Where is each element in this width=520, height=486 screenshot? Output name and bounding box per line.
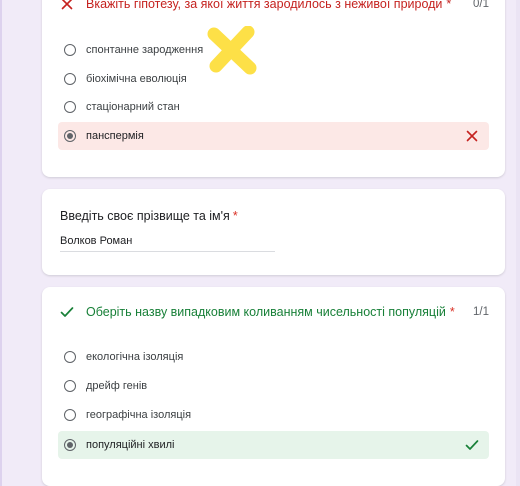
question-card-2: Оберіть назву випадковим коливанням чисе… bbox=[42, 287, 505, 486]
question-card-1: Вкажіть гіпотезу, за якої життя зародило… bbox=[42, 0, 505, 177]
option-biochemical-evolution[interactable]: біохімічна еволюція bbox=[58, 65, 489, 93]
radio-button[interactable] bbox=[64, 101, 76, 113]
question-score: 1/1 bbox=[473, 306, 489, 318]
option-panspermia-selected[interactable]: панспермія bbox=[58, 122, 489, 150]
radio-button[interactable] bbox=[64, 44, 76, 56]
name-card: Введіть своє прізвище та ім'я * Волков Ро… bbox=[42, 189, 505, 275]
check-icon bbox=[60, 305, 74, 319]
radio-button-checked[interactable] bbox=[64, 439, 76, 451]
option-label: дрейф генів bbox=[86, 380, 148, 392]
close-icon bbox=[465, 129, 479, 143]
yellow-highlight-mark bbox=[207, 26, 257, 75]
required-asterisk: * bbox=[446, 0, 452, 11]
name-question-title: Введіть своє прізвище та ім'я * bbox=[60, 209, 238, 223]
option-label: спонтанне зародження bbox=[86, 44, 204, 56]
question-title: Оберіть назву випадковим коливанням чисе… bbox=[86, 305, 455, 319]
radio-button[interactable] bbox=[64, 73, 76, 85]
option-spontaneous-generation[interactable]: спонтанне зародження bbox=[58, 36, 489, 64]
check-icon bbox=[465, 438, 479, 452]
option-steady-state[interactable]: стаціонарний стан bbox=[58, 93, 489, 121]
question-header: Вкажіть гіпотезу, за якої життя зародило… bbox=[60, 0, 489, 14]
option-label: популяційні хвилі bbox=[86, 439, 175, 451]
radio-button[interactable] bbox=[64, 409, 76, 421]
question-title: Вкажіть гіпотезу, за якої життя зародило… bbox=[86, 0, 463, 11]
option-label: екологічна ізоляція bbox=[86, 351, 184, 363]
option-label: біохімічна еволюція bbox=[86, 73, 187, 85]
option-ecological-isolation[interactable]: екологічна ізоляція bbox=[58, 343, 489, 371]
radio-button-checked[interactable] bbox=[64, 130, 76, 142]
radio-button[interactable] bbox=[64, 351, 76, 363]
option-label: географічна ізоляція bbox=[86, 409, 192, 421]
question-score: 0/1 bbox=[473, 0, 489, 10]
required-asterisk: * bbox=[232, 209, 238, 223]
option-population-waves-selected[interactable]: популяційні хвилі bbox=[58, 431, 489, 459]
input-underline bbox=[60, 251, 275, 252]
required-asterisk: * bbox=[449, 305, 455, 319]
left-edge bbox=[0, 0, 2, 486]
option-label: панспермія bbox=[86, 130, 144, 142]
option-geographic-isolation[interactable]: географічна ізоляція bbox=[58, 401, 489, 429]
question-header: Оберіть назву випадковим коливанням чисе… bbox=[60, 302, 489, 322]
radio-button[interactable] bbox=[64, 380, 76, 392]
option-genetic-drift[interactable]: дрейф генів bbox=[58, 372, 489, 400]
right-scrollbar-track[interactable] bbox=[516, 0, 520, 486]
name-input[interactable]: Волков Роман bbox=[60, 235, 132, 247]
close-icon bbox=[60, 0, 74, 11]
option-label: стаціонарний стан bbox=[86, 101, 180, 113]
